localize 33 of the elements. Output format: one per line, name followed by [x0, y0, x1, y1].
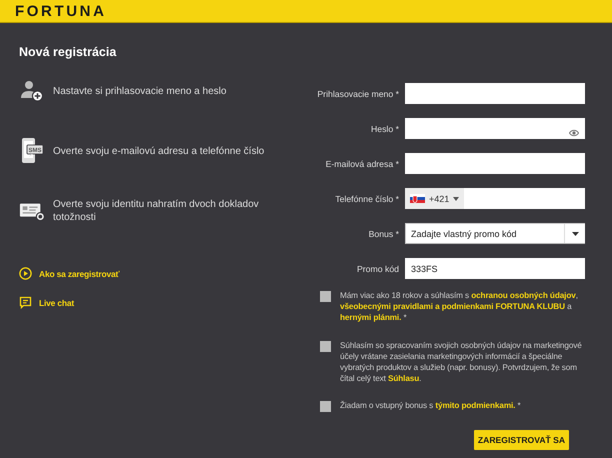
field-label: Prihlasovacie meno *	[316, 88, 399, 98]
logo[interactable]: FORTUNA	[15, 2, 107, 20]
caret-icon	[453, 196, 460, 200]
country-code-dropdown[interactable]: +421	[405, 188, 464, 209]
checkbox[interactable]	[320, 401, 331, 412]
eye-icon[interactable]	[569, 129, 579, 137]
consent-text: Mám viac ako 18 rokov a súhlasím s ochranou osobných údajov, všeobecnými pravidlami a podmienkami FORTUNA KLUBU a hernými plánmi.*	[340, 290, 579, 324]
field-label: Telefónne číslo *	[334, 194, 399, 204]
consent-text: Žiadam o vstupný bonus s týmito podmienkami.*	[340, 400, 522, 412]
register-button[interactable]: ZAREGISTROVAŤ SA	[474, 430, 569, 450]
password-field[interactable]	[405, 118, 585, 139]
checkbox[interactable]	[320, 291, 331, 302]
step-text: Overte svoju e-mailovú adresu a telefónne číslo	[53, 144, 264, 158]
caret-icon	[572, 232, 578, 236]
user-add-icon	[20, 80, 44, 102]
input-field[interactable]	[405, 153, 585, 174]
input-field[interactable]: 333FS	[405, 258, 585, 279]
step-text: Overte svoju identitu nahratím dvoch dokladov totožnosti	[53, 198, 260, 224]
live-chat-link[interactable]: Live chat	[39, 298, 74, 308]
flag-icon	[410, 194, 425, 203]
field-label: Heslo *	[370, 124, 399, 134]
field-label: E-mailová adresa *	[324, 158, 399, 168]
step-text: Nastavte si prihlasovacie meno a heslo	[53, 84, 226, 98]
video-guide-link[interactable]: Ako sa zaregistrovať	[39, 268, 120, 278]
field-label: Promo kód	[356, 264, 399, 274]
play-icon	[19, 267, 32, 280]
input-field[interactable]	[405, 83, 585, 104]
bonus-dropdown[interactable]: Zadajte vlastný promo kód	[405, 223, 585, 244]
field-label: Bonus *	[368, 228, 399, 238]
chat-icon	[19, 296, 32, 309]
consent-text: Súhlasím so spracovaním svojich osobných údajov na marketingové účely vrátane zasielania marketingových informácií a špeciálne vybratých produktov a služieb (napr. bonusy). Potvrdzujem, že som čítal celý text Súhlasu.	[340, 340, 583, 384]
page-title: Nová registrácia	[19, 45, 118, 59]
checkbox[interactable]	[320, 340, 331, 352]
